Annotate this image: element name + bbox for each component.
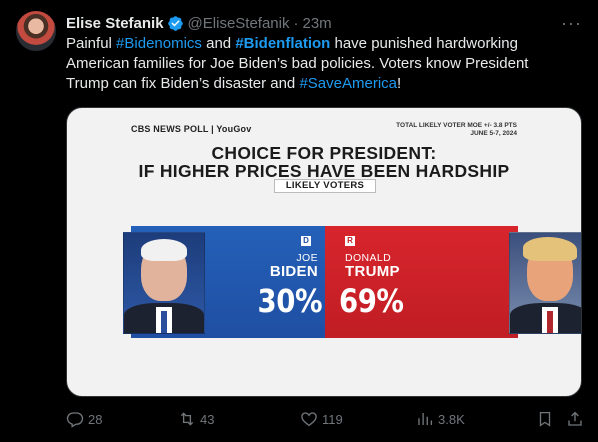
like-count: 119 (322, 411, 343, 427)
author-name[interactable]: Elise Stefanik (66, 15, 164, 32)
tie (547, 311, 553, 333)
democrat-badge: D (301, 236, 311, 246)
views-count: 3.8K (438, 411, 465, 427)
poll-subtitle: LIKELY VOTERS (274, 179, 376, 193)
trump-percent: 69% (339, 282, 404, 320)
reply-icon (66, 412, 84, 428)
reply-button[interactable]: 28 (66, 410, 102, 428)
biden-last-name: BIDEN (269, 263, 318, 280)
action-bar: 28 43 119 3.8K (66, 410, 582, 432)
timestamp[interactable]: 23m (303, 15, 332, 32)
tweet-header: Elise Stefanik @EliseStefanik · 23m ··· (66, 12, 582, 34)
trump-last-name: TRUMP (345, 263, 400, 280)
text-part: ! (397, 75, 402, 92)
poll-meta: TOTAL LIKELY VOTER MOE +/- 3.8 PTS JUNE … (396, 122, 517, 138)
share-icon (568, 411, 582, 426)
poll-meta-line: JUNE 5-7, 2024 (470, 130, 517, 137)
media-card[interactable]: CBS NEWS POLL | YouGov TOTAL LIKELY VOTE… (66, 107, 582, 397)
views-button[interactable]: 3.8K (416, 410, 465, 428)
republican-badge: R (345, 236, 355, 246)
verified-icon (167, 15, 183, 31)
poll-source: CBS NEWS POLL | YouGov (131, 124, 252, 134)
tweet-text: Painful #Bidenomics and #Bidenflation ha… (66, 34, 546, 94)
hashtag-bidenomics[interactable]: #Bidenomics (116, 35, 202, 52)
share-button[interactable] (566, 410, 584, 428)
bookmark-icon (539, 411, 551, 427)
author-handle[interactable]: @EliseStefanik (188, 15, 290, 32)
hashtag-saveamerica[interactable]: #SaveAmerica (299, 75, 397, 92)
poll-headline: CHOICE FOR PRESIDENT: IF HIGHER PRICES H… (67, 144, 581, 180)
hair (523, 237, 577, 261)
like-button[interactable]: 119 (300, 410, 343, 428)
reply-count: 28 (88, 411, 103, 427)
tie (161, 311, 167, 333)
hair (141, 239, 187, 261)
more-icon[interactable]: ··· (561, 13, 582, 34)
headline-line: CHOICE FOR PRESIDENT: (211, 143, 437, 163)
avatar[interactable] (16, 11, 56, 51)
biden-percent: 30% (257, 282, 322, 320)
headline-line: IF HIGHER PRICES HAVE BEEN HARDSHIP (138, 161, 510, 181)
separator-dot: · (293, 14, 299, 32)
retweet-button[interactable]: 43 (178, 410, 214, 428)
views-icon (418, 413, 433, 425)
text-part: and (201, 35, 236, 52)
trump-photo (509, 232, 581, 334)
retweet-count: 43 (200, 411, 215, 427)
results-band: D JOE BIDEN 30% R DONALD TRUMP 69% (123, 226, 581, 338)
poll-meta-line: TOTAL LIKELY VOTER MOE +/- 3.8 PTS (396, 122, 517, 129)
biden-photo (123, 232, 205, 334)
retweet-icon (180, 412, 194, 426)
text-part: Painful (66, 35, 117, 52)
like-icon (301, 412, 317, 427)
hashtag-bidenflation[interactable]: #Bidenflation (235, 35, 330, 52)
bookmark-button[interactable] (536, 410, 554, 428)
